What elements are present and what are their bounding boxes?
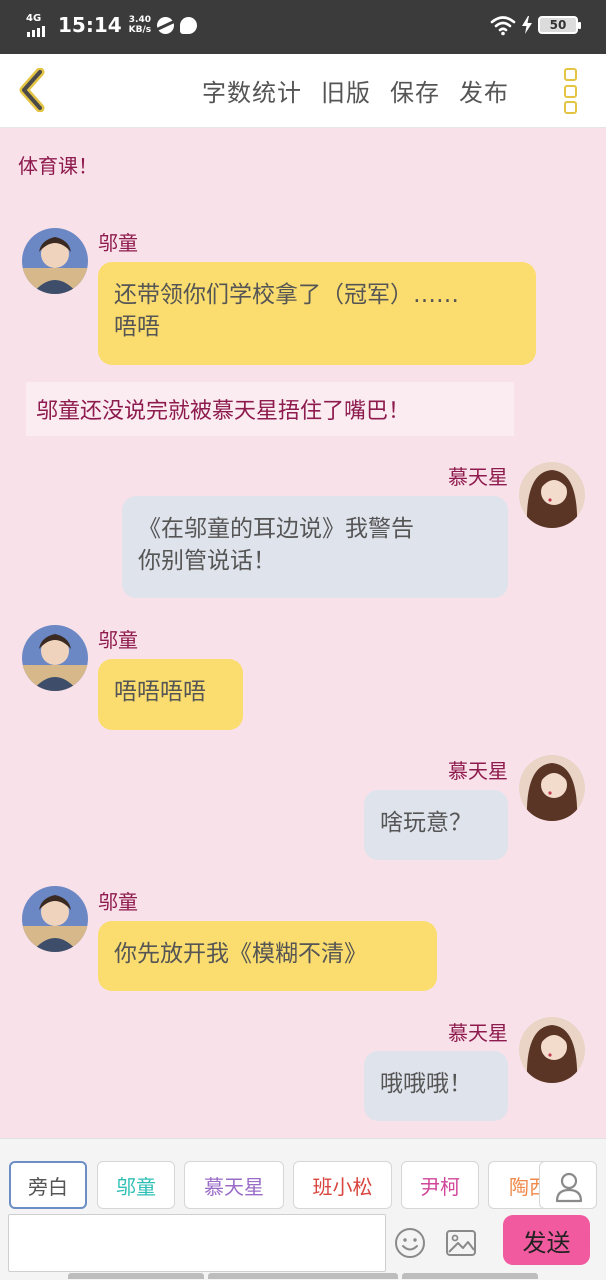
avatar-wutong[interactable] — [22, 228, 88, 294]
message-input[interactable] — [8, 1214, 386, 1272]
old-version-button[interactable]: 旧版 — [321, 73, 371, 108]
message-bubble[interactable]: 哦哦哦！ — [364, 1051, 508, 1121]
battery-level: 50 — [549, 18, 567, 32]
message-bubble[interactable]: 唔唔唔唔 — [98, 659, 243, 730]
chat-area[interactable]: 体育课！ 邬童 还带领你们学校拿了（冠军）…… 唔唔 邬童还没说完就被慕天星捂住… — [0, 128, 606, 1138]
network-type: 4G — [26, 13, 42, 24]
emoji-icon[interactable] — [394, 1227, 426, 1259]
save-button[interactable]: 保存 — [390, 73, 440, 108]
publish-button[interactable]: 发布 — [459, 73, 509, 108]
speaker-name: 慕天星 — [448, 1021, 508, 1045]
message-bubble[interactable]: 啥玩意？ — [364, 790, 508, 860]
image-icon[interactable] — [444, 1227, 478, 1259]
speaker-name: 慕天星 — [448, 759, 508, 783]
message-line: 你别管说话！ — [138, 548, 276, 574]
composer-panel: 旁白 邬童 慕天星 班小松 尹柯 陶西 发送 — [0, 1138, 606, 1280]
status-left: 4G 15:14 3.40 KB/s — [26, 12, 198, 38]
avatar-mutianxing[interactable] — [519, 1017, 585, 1083]
more-vertical-icon[interactable] — [564, 68, 580, 114]
speed-value: 3.40 — [128, 15, 152, 25]
status-right: 50 — [490, 14, 581, 36]
narration-box[interactable]: 邬童还没说完就被慕天星捂住了嘴巴！ — [26, 382, 514, 436]
charging-icon — [522, 16, 532, 34]
avatar-wutong[interactable] — [22, 625, 88, 691]
message-line: 你先放开我《模糊不清》 — [114, 941, 367, 967]
narration-text: 体育课！ — [18, 154, 98, 178]
avatar-mutianxing[interactable] — [519, 755, 585, 821]
message-bubble[interactable]: 还带领你们学校拿了（冠军）…… 唔唔 — [98, 262, 536, 365]
browser-icon — [157, 16, 175, 34]
speaker-name: 慕天星 — [448, 465, 508, 489]
message-line: 啥玩意？ — [380, 810, 472, 836]
wifi-icon — [490, 16, 516, 36]
battery-icon: 50 — [538, 16, 581, 34]
user-icon[interactable] — [539, 1161, 597, 1209]
word-count-button[interactable]: 字数统计 — [202, 73, 302, 108]
nav-indicator — [208, 1273, 398, 1279]
message-line: 哦哦哦！ — [380, 1071, 472, 1097]
message-line: 还带领你们学校拿了（冠军）…… — [114, 282, 459, 308]
message-bubble[interactable]: 《在邬童的耳边说》我警告 你别管说话！ — [122, 496, 508, 598]
message-line: 唔唔唔唔 — [114, 679, 206, 705]
send-button[interactable]: 发送 — [503, 1215, 590, 1265]
speaker-name: 邬童 — [98, 231, 138, 255]
avatar-mutianxing[interactable] — [519, 462, 585, 528]
speaker-name: 邬童 — [98, 890, 138, 914]
role-mutianxing[interactable]: 慕天星 — [184, 1161, 284, 1209]
avatar-wutong[interactable] — [22, 886, 88, 952]
message-bubble[interactable]: 你先放开我《模糊不清》 — [98, 921, 437, 991]
message-line: 唔唔 — [114, 314, 160, 340]
message-icon — [180, 16, 198, 34]
network-speed: 3.40 KB/s — [129, 15, 151, 35]
back-button[interactable] — [14, 67, 54, 113]
role-wutong[interactable]: 邬童 — [97, 1161, 175, 1209]
editor-toolbar: 字数统计 旧版 保存 发布 — [0, 54, 606, 128]
speed-unit: KB/s — [128, 25, 152, 35]
role-narrator[interactable]: 旁白 — [9, 1161, 87, 1209]
nav-indicator — [402, 1273, 538, 1279]
signal-icon: 4G — [26, 12, 52, 38]
status-time: 15:14 — [58, 13, 122, 37]
role-yinke[interactable]: 尹柯 — [401, 1161, 479, 1209]
toolbar-actions: 字数统计 旧版 保存 发布 — [202, 73, 509, 108]
role-banxiaosong[interactable]: 班小松 — [293, 1161, 392, 1209]
speaker-name: 邬童 — [98, 628, 138, 652]
chevron-left-icon — [19, 67, 45, 113]
role-selector: 旁白 邬童 慕天星 班小松 尹柯 陶西 — [0, 1159, 606, 1209]
status-bar: 4G 15:14 3.40 KB/s 50 — [0, 0, 606, 54]
message-line: 《在邬童的耳边说》我警告 — [138, 516, 414, 542]
nav-indicator — [68, 1273, 204, 1279]
